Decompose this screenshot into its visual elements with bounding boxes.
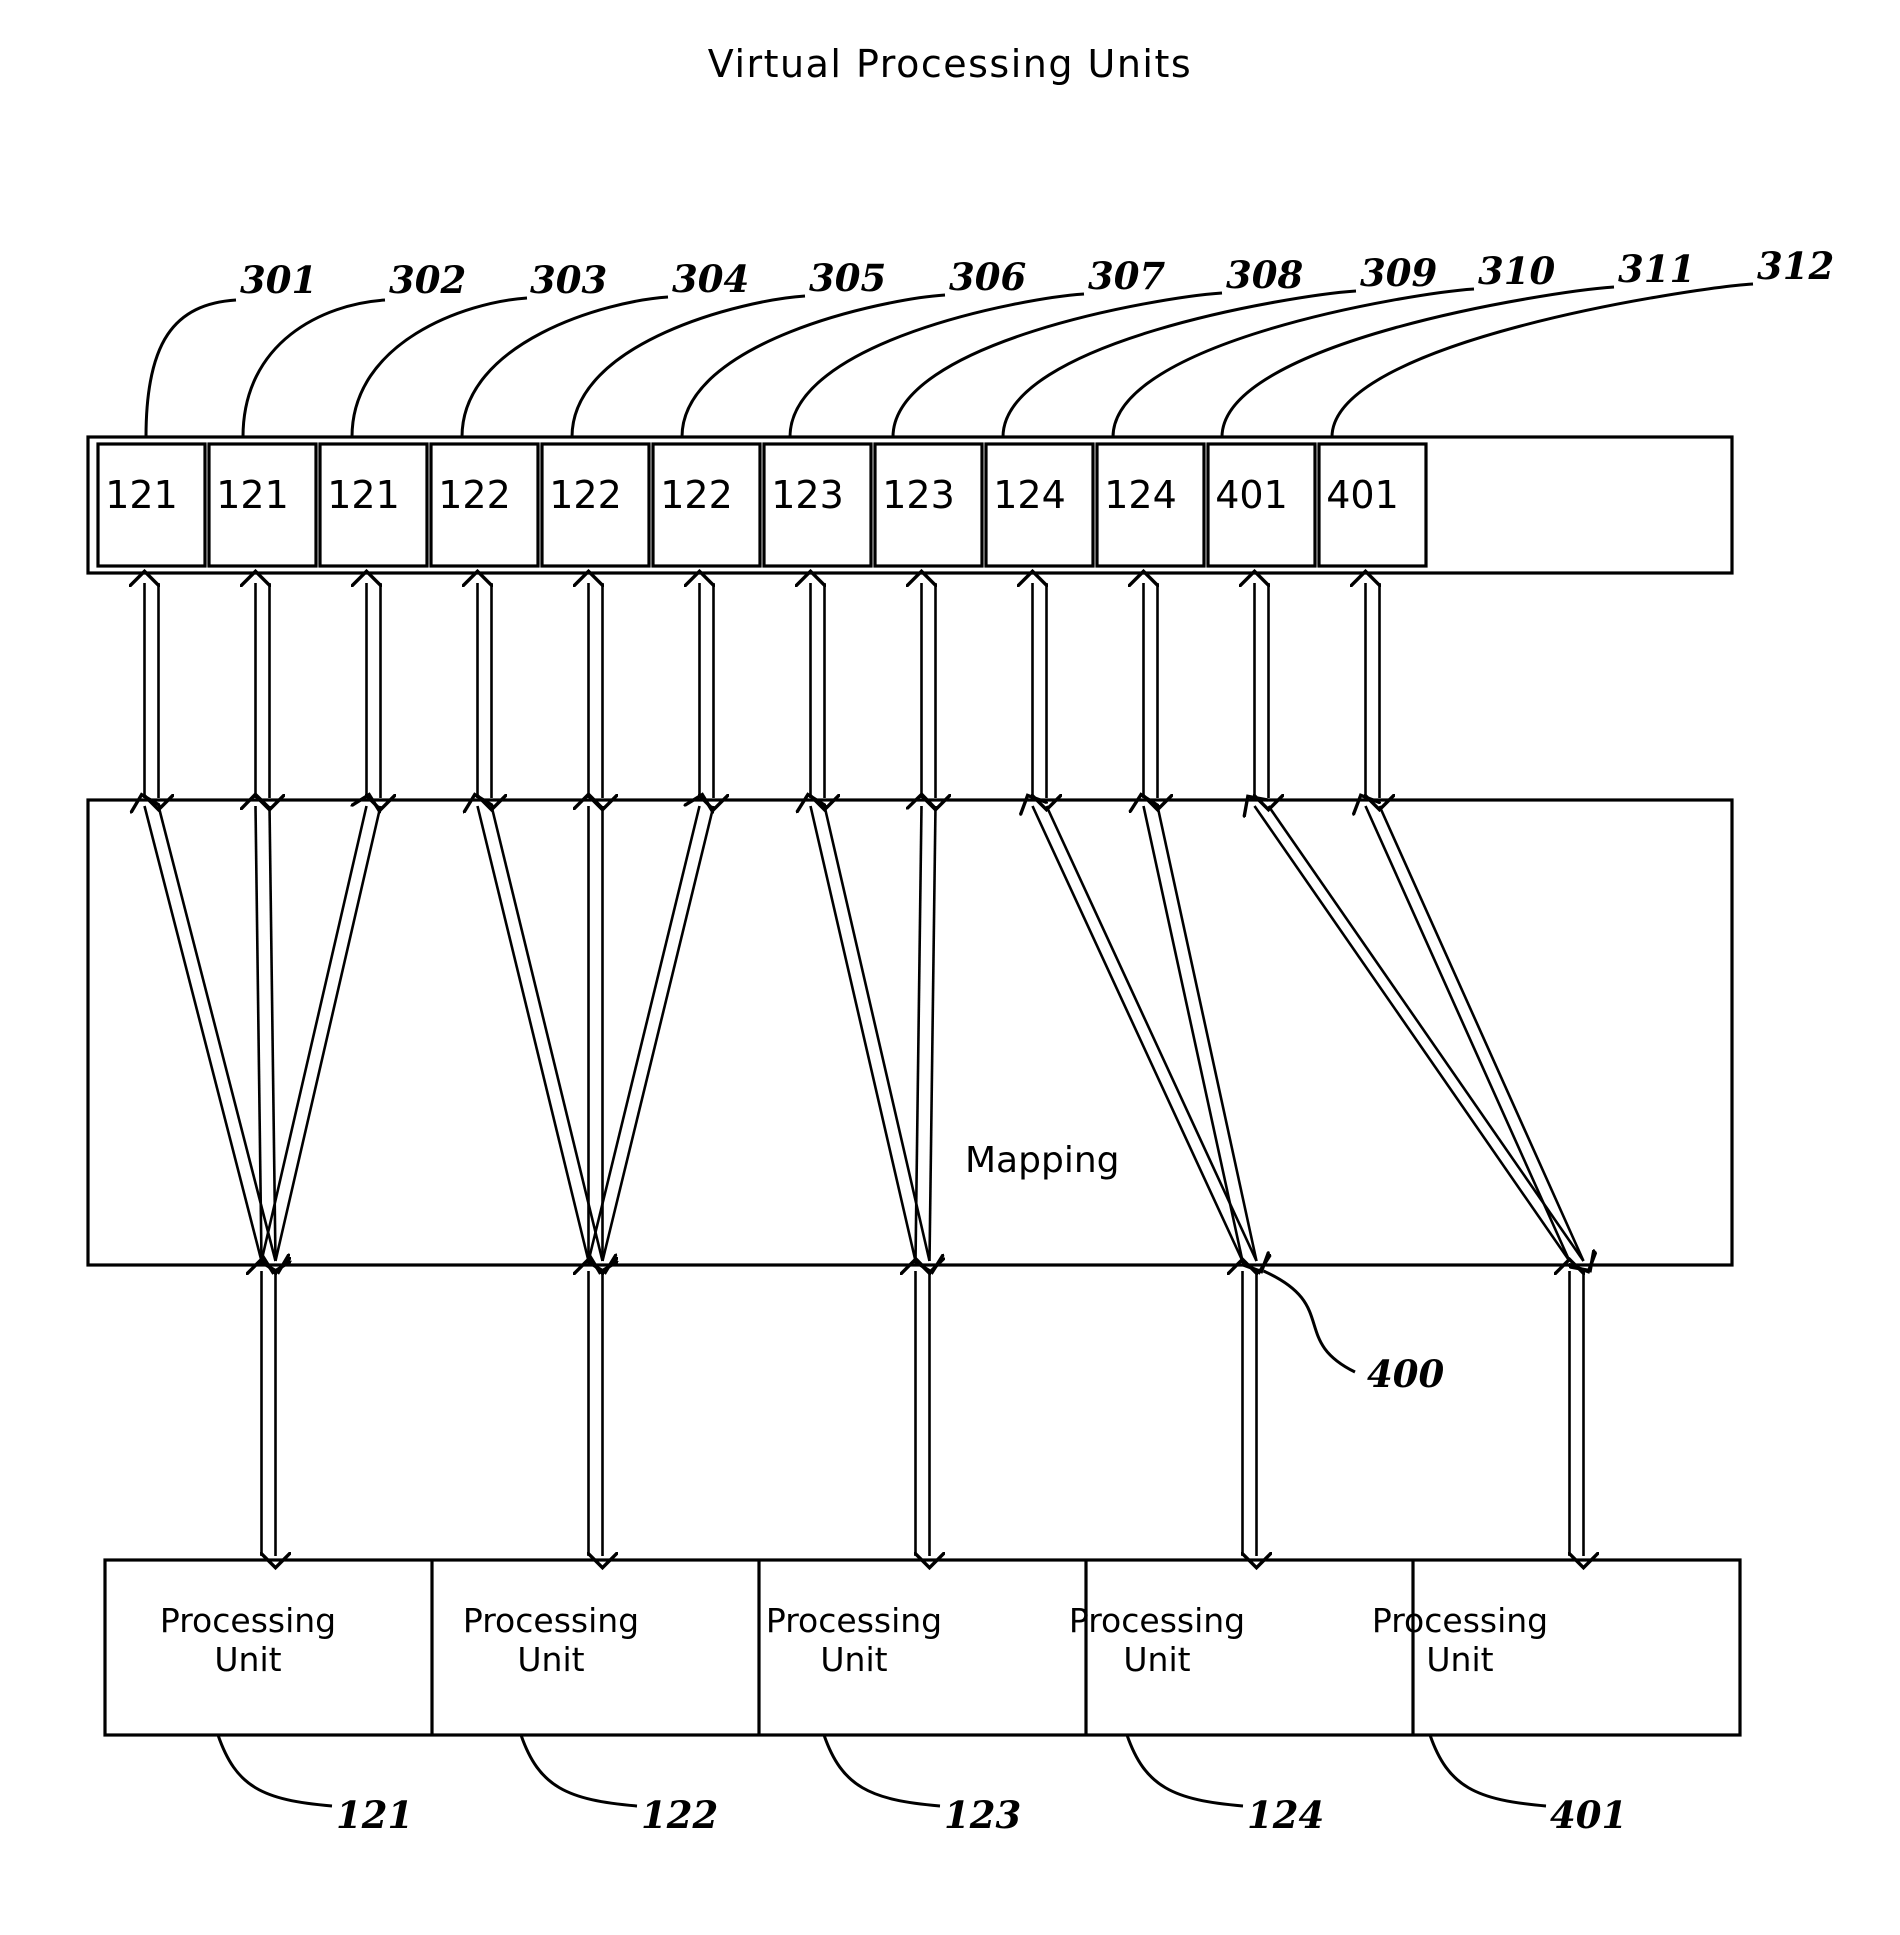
mapping-fan-arrow-down — [823, 805, 930, 1261]
processing-unit-label-2: Processing Unit — [411, 1601, 691, 1680]
virtual-unit-value-4: 122 — [438, 473, 511, 517]
mapping-fan-arrow-down — [270, 805, 276, 1261]
mapping-fan-arrow-up — [916, 806, 922, 1262]
processing-unit-label-1: Processing Unit — [108, 1601, 388, 1680]
ref-leader-line — [891, 291, 1223, 438]
processing-unit-label-line2: Unit — [214, 1639, 282, 1679]
processing-unit-label-line2: Unit — [1426, 1639, 1494, 1679]
ref-label-309: 309 — [1360, 251, 1438, 295]
ref-label-310: 310 — [1478, 249, 1556, 293]
processing-unit-label-line2: Unit — [517, 1639, 585, 1679]
mapping-fan-arrow-up — [1366, 806, 1571, 1262]
ref-label-305: 305 — [809, 256, 887, 300]
mapping-fan-arrow-up — [1255, 806, 1571, 1262]
mapping-fan-arrow-down — [1045, 805, 1257, 1261]
ref-label-301: 301 — [240, 258, 318, 302]
processing-unit-label-line2: Unit — [820, 1639, 888, 1679]
virtual-unit-value-6: 122 — [660, 473, 733, 517]
virtual-unit-value-5: 122 — [549, 473, 622, 517]
ref-leader-line — [241, 298, 386, 438]
ref-leader-line — [570, 294, 806, 438]
processing-unit-label-line1: Processing — [1068, 1601, 1246, 1640]
ref-label-pu-124: 124 — [1247, 1793, 1325, 1837]
processing-unit-label-4: Processing Unit — [1017, 1601, 1297, 1680]
ref-leader-line — [1220, 285, 1615, 438]
processing-unit-label-line1: Processing — [765, 1601, 943, 1640]
ref-label-302: 302 — [389, 258, 467, 302]
ref-label-306: 306 — [949, 255, 1027, 299]
ref-label-pu-401: 401 — [1550, 1793, 1628, 1837]
ref-label-400: 400 — [1367, 1352, 1445, 1396]
ref-leader-line — [350, 296, 528, 438]
virtual-unit-value-2: 121 — [216, 473, 289, 517]
processing-unit-label-3: Processing Unit — [714, 1601, 994, 1680]
virtual-unit-value-10: 124 — [1104, 473, 1177, 517]
mapping-fan-arrow-up — [478, 806, 590, 1262]
mapping-fan-arrow-down — [490, 805, 603, 1261]
processing-unit-label-line1: Processing — [1371, 1601, 1549, 1640]
virtual-unit-value-9: 124 — [993, 473, 1066, 517]
ref-leader-line — [144, 298, 237, 438]
mapping-fan-arrow-up — [260, 806, 367, 1262]
virtual-unit-value-3: 121 — [327, 473, 400, 517]
ref-leader-line-bottom — [1428, 1734, 1547, 1808]
mapping-fan-arrow-up — [811, 806, 917, 1262]
mapping-fan-arrow-up — [145, 806, 263, 1262]
ref-leader-line-bottom — [519, 1734, 638, 1808]
mapping-label: Mapping — [965, 1140, 1120, 1181]
ref-label-pu-122: 122 — [641, 1793, 719, 1837]
ref-label-311: 311 — [1618, 247, 1696, 291]
ref-leader-line-bottom — [216, 1734, 333, 1808]
ref-label-303: 303 — [530, 258, 608, 302]
virtual-unit-value-12: 401 — [1326, 473, 1399, 517]
processing-unit-label-line1: Processing — [462, 1601, 640, 1640]
ref-leader-line — [1330, 282, 1754, 438]
patent-figure: Virtual Processing Units 301 302 303 304… — [0, 0, 1900, 1935]
ref-leader-line — [460, 295, 669, 438]
mapping-fan-arrow-down — [1267, 805, 1584, 1261]
virtual-unit-value-8: 123 — [882, 473, 955, 517]
mapping-box — [86, 798, 1734, 1267]
ref-label-307: 307 — [1088, 254, 1166, 298]
virtual-unit-value-11: 401 — [1215, 473, 1288, 517]
ref-label-308: 308 — [1226, 253, 1304, 297]
ref-leader-line-bottom — [1125, 1734, 1244, 1808]
ref-leader-line-400 — [1262, 1269, 1356, 1374]
ref-label-pu-123: 123 — [944, 1793, 1022, 1837]
mapping-fan-arrow-down — [1156, 805, 1257, 1261]
ref-leader-line — [680, 293, 946, 438]
processing-unit-label-5: Processing Unit — [1320, 1601, 1600, 1680]
virtual-unit-value-1: 121 — [105, 473, 178, 517]
mapping-fan-arrow-down — [930, 805, 936, 1261]
mapping-fan-arrow-up — [1033, 806, 1244, 1262]
ref-label-304: 304 — [672, 257, 750, 301]
ref-label-pu-121: 121 — [336, 1793, 414, 1837]
mapping-fan-arrow-down — [603, 805, 715, 1261]
virtual-unit-value-7: 123 — [771, 473, 844, 517]
ref-leader-line-bottom — [822, 1734, 941, 1808]
mapping-fan-arrow-up — [587, 806, 700, 1262]
processing-unit-label-line2: Unit — [1123, 1639, 1191, 1679]
mapping-fan-arrow-down — [276, 805, 382, 1261]
processing-unit-label-line1: Processing — [159, 1601, 337, 1640]
ref-label-312: 312 — [1757, 244, 1835, 288]
mapping-fan-arrow-up — [1144, 806, 1244, 1262]
mapping-fan-arrow-down — [1378, 805, 1584, 1261]
